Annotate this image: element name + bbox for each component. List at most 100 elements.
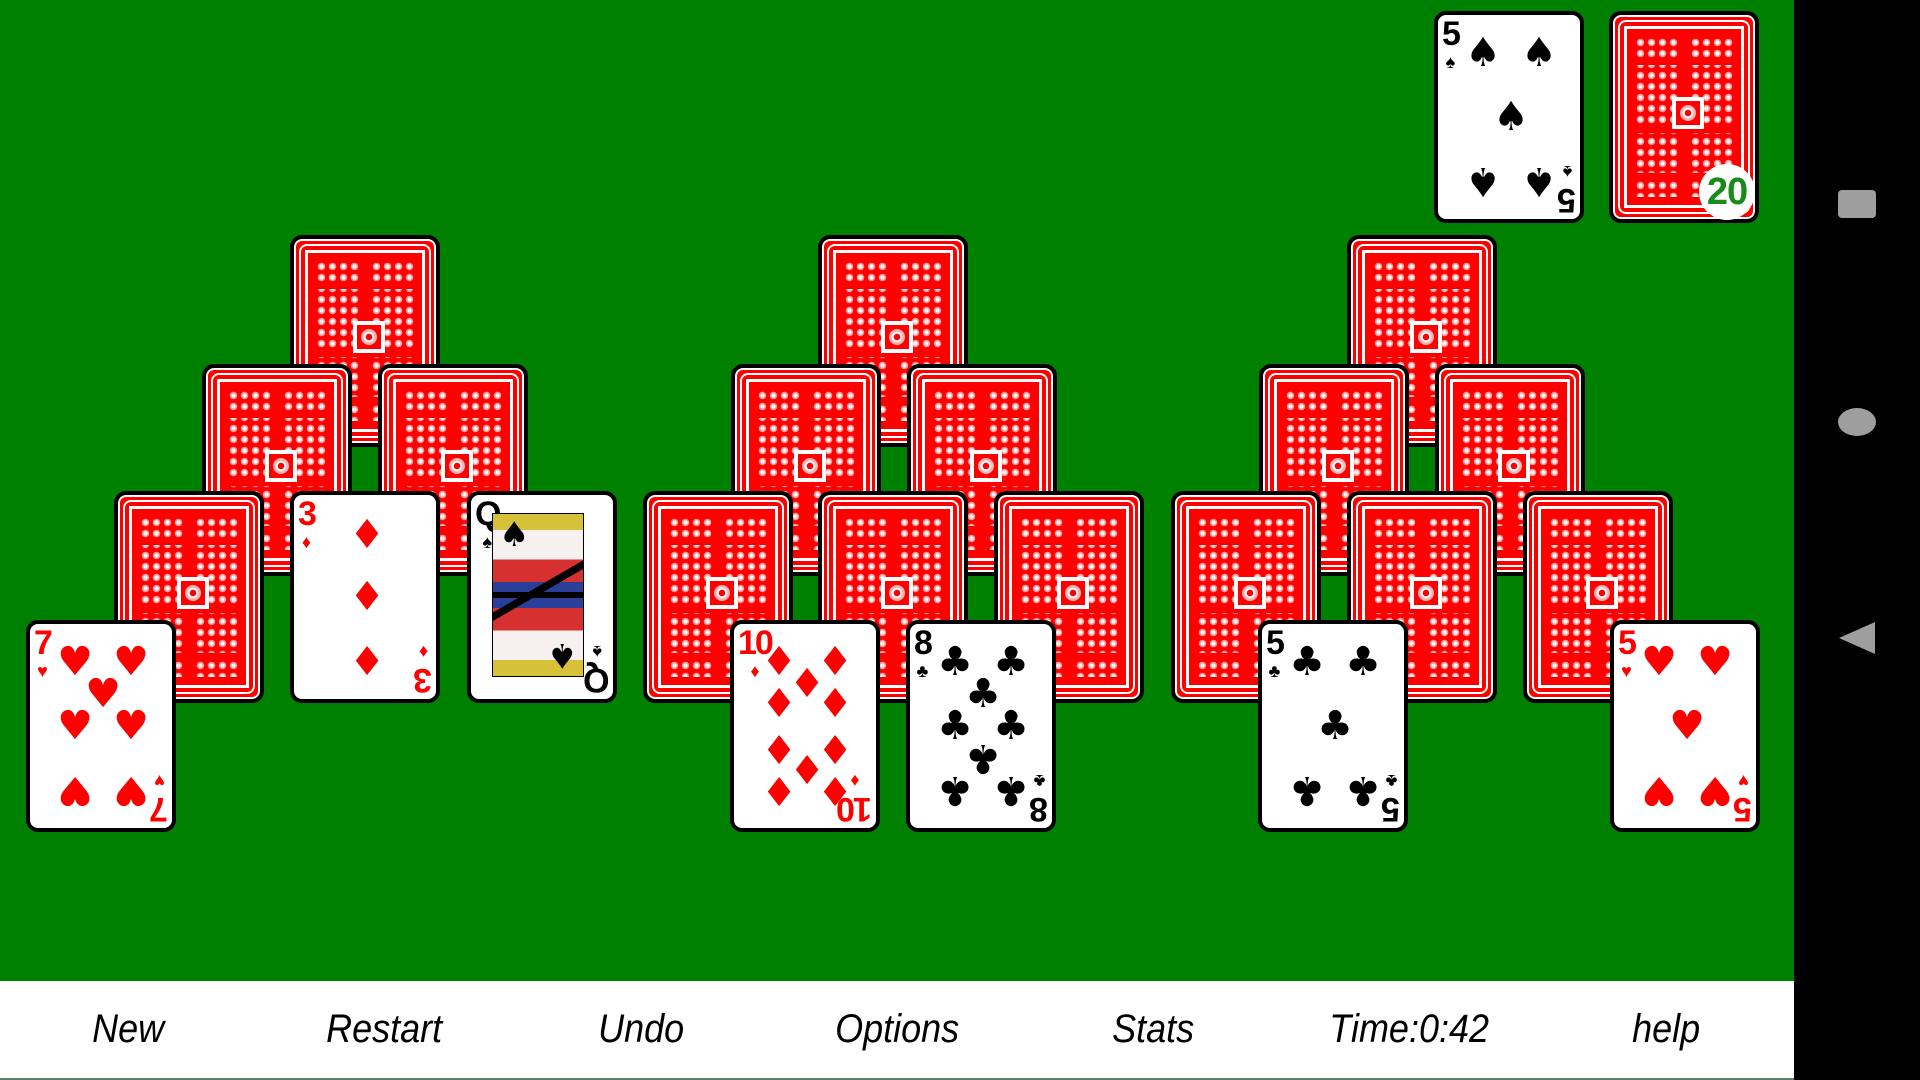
heart-icon: ♥: [37, 661, 48, 681]
card-rank: 8: [1031, 790, 1048, 828]
game-table: 3 ♦ 3 ♦ ♦ ♦ ♦ Q ♠ Q ♠ ♠ ♠ 7 ♥ 7 ♥ ♥ ♥ ♥ ♥ ♥ ♥ ♥ 10 ♦ 10 ♦ ♦ ♦ ♦ ♦ ♦ ♦ ♦ ♦ ♦ ♦…: [0, 0, 1794, 981]
card-index-tl: 5 ♣: [1266, 624, 1285, 681]
card-back-pattern: [757, 412, 855, 418]
card-back-pattern: [140, 539, 238, 545]
spade-pip-icon: ♠: [1465, 158, 1501, 204]
back-triangle-icon: [1839, 622, 1875, 654]
club-pip-icon: ♣: [1345, 767, 1381, 813]
spade-pip-icon: ♠: [1465, 30, 1501, 76]
heart-pip-icon: ♥: [113, 767, 149, 813]
card-5-of-clubs[interactable]: 5 ♣ 5 ♣ ♣ ♣ ♣ ♣ ♣: [1258, 620, 1408, 832]
card-5-of-hearts[interactable]: 5 ♥ 5 ♥ ♥ ♥ ♥ ♥ ♥: [1610, 620, 1760, 832]
card-back-pattern: [404, 412, 502, 418]
new-game-button[interactable]: New: [13, 981, 244, 1078]
android-nav-bar: [1794, 0, 1920, 1080]
card-rank: 7: [34, 624, 53, 662]
diamond-pip-icon: ♦: [349, 512, 385, 558]
recents-button[interactable]: [1794, 190, 1920, 218]
help-button[interactable]: help: [1551, 981, 1782, 1078]
options-button[interactable]: Options: [782, 981, 1013, 1078]
stats-button[interactable]: Stats: [1038, 981, 1269, 1078]
spade-icon: ♠: [1445, 52, 1456, 72]
time-display: Time:0:42: [1329, 1007, 1490, 1051]
card-rank: 5: [1735, 790, 1752, 828]
card-rank: 8: [914, 624, 933, 662]
card-index-br: 5 ♥: [1735, 771, 1752, 828]
card-back-emblem-icon: [1498, 450, 1530, 482]
card-rank: 3: [298, 495, 317, 533]
card-8-of-clubs[interactable]: 8 ♣ 8 ♣ ♣ ♣ ♣ ♣ ♣ ♣ ♣ ♣: [906, 620, 1056, 832]
card-index-br: 8 ♣: [1031, 771, 1048, 828]
card-back-pattern: [1285, 412, 1383, 418]
queen-portrait-image: ♠ ♠: [492, 513, 584, 677]
heart-pip-icon: ♥: [113, 703, 149, 749]
club-pip-icon: ♣: [993, 767, 1029, 813]
spade-pip-icon: ♠: [1493, 94, 1529, 140]
card-back-pattern: [1373, 283, 1471, 289]
card-rank: Q: [584, 661, 609, 699]
heart-pip-icon: ♥: [57, 767, 93, 813]
undo-button[interactable]: Undo: [525, 981, 756, 1078]
heart-pip-icon: ♥: [1641, 767, 1677, 813]
recents-square-icon: [1838, 190, 1876, 218]
card-3-of-diamonds[interactable]: 3 ♦ 3 ♦ ♦ ♦ ♦: [290, 491, 440, 703]
card-back-pattern: [1197, 539, 1295, 545]
heart-pip-icon: ♥: [1697, 767, 1733, 813]
home-circle-icon: [1838, 408, 1876, 436]
card-back-pattern: [1549, 539, 1647, 545]
card-Q-of-spades[interactable]: Q ♠ Q ♠ ♠ ♠: [467, 491, 617, 703]
back-button[interactable]: [1794, 622, 1920, 654]
heart-pip-icon: ♥: [1697, 639, 1733, 685]
card-index-tl: 7 ♥: [34, 624, 53, 681]
card-back-emblem-icon: [1322, 450, 1354, 482]
diamond-pip-icon: ♦: [761, 681, 797, 727]
diamond-pip-icon: ♦: [817, 767, 853, 813]
card-back-emblem-icon: [177, 577, 209, 609]
diamond-pip-icon: ♦: [349, 636, 385, 682]
card-back-emblem-icon: [970, 450, 1002, 482]
heart-pip-icon: ♥: [57, 703, 93, 749]
waste-pile-card-5-of-spades[interactable]: 5 ♠ 5 ♠ ♠ ♠ ♠ ♠ ♠: [1434, 11, 1584, 223]
card-back-emblem-icon: [1410, 321, 1442, 353]
card-back-pattern: [844, 539, 942, 545]
club-icon: ♣: [1385, 771, 1398, 791]
card-back-emblem-icon: [794, 450, 826, 482]
spade-icon: ♠: [592, 642, 602, 662]
home-button[interactable]: [1794, 408, 1920, 436]
card-rank: 5: [1383, 790, 1400, 828]
card-index-tl: 5 ♥: [1618, 626, 1637, 681]
diamond-icon: ♦: [418, 642, 429, 662]
card-back-emblem-icon: [1057, 577, 1089, 609]
card-back-pattern: [844, 283, 942, 289]
card-back-pattern: [316, 283, 414, 289]
card-rank: 5: [1266, 624, 1285, 662]
bottom-toolbar: New Restart Undo Options Stats Time:0:42…: [0, 981, 1794, 1080]
club-pip-icon: ♣: [937, 767, 973, 813]
card-back-emblem-icon: [1586, 577, 1618, 609]
card-index-tl: 5 ♠: [1442, 15, 1461, 72]
club-pip-icon: ♣: [1289, 639, 1325, 685]
card-back-emblem-icon: [1234, 577, 1266, 609]
card-10-of-diamonds[interactable]: 10 ♦ 10 ♦ ♦ ♦ ♦ ♦ ♦ ♦ ♦ ♦ ♦ ♦: [730, 620, 880, 832]
card-rank: 5: [1442, 15, 1461, 53]
card-back-pattern: [1373, 539, 1471, 545]
card-back-emblem-icon: [441, 450, 473, 482]
club-icon: ♣: [1268, 661, 1281, 681]
spade-icon: ♠: [1562, 162, 1573, 182]
card-back-emblem-icon: [1672, 97, 1704, 129]
restart-button[interactable]: Restart: [269, 981, 500, 1078]
stock-count-badge: 20: [1699, 164, 1755, 220]
club-pip-icon: ♣: [1289, 767, 1325, 813]
diamond-pip-icon: ♦: [817, 681, 853, 727]
card-index-tl: 3 ♦: [298, 495, 317, 551]
card-back-pattern: [228, 412, 326, 418]
card-back-emblem-icon: [706, 577, 738, 609]
heart-icon: ♥: [1621, 661, 1632, 681]
club-icon: ♣: [1033, 771, 1046, 791]
spade-icon: ♠: [546, 635, 577, 675]
card-7-of-hearts[interactable]: 7 ♥ 7 ♥ ♥ ♥ ♥ ♥ ♥ ♥ ♥: [26, 620, 176, 832]
diamond-pip-icon: ♦: [761, 767, 797, 813]
card-rank: 5: [1559, 181, 1576, 219]
spade-pip-icon: ♠: [1521, 158, 1557, 204]
spade-icon: ♠: [499, 515, 530, 555]
